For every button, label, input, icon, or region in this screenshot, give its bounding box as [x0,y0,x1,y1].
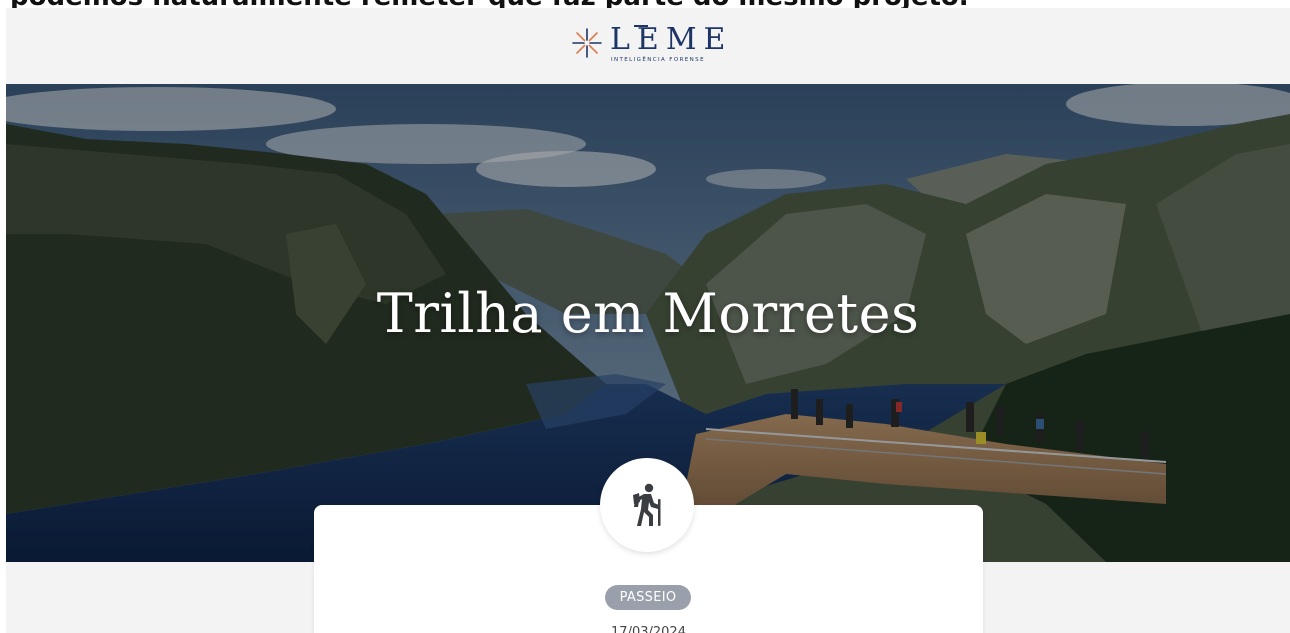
page: podemos naturalmente remeter que faz par… [0,0,1290,633]
logo-wordmark: LEME [610,22,733,57]
event-date: 17/03/2024 [611,625,686,633]
category-badge: PASSEIO [605,585,691,610]
asterisk-logo-icon [572,28,602,58]
event-type-icon-badge [600,458,694,552]
site-header: LEME INTELIGÊNCIA FORENSE [6,8,1290,84]
clipped-body-text: podemos naturalmente remeter que faz par… [10,0,1280,8]
hiking-icon [633,483,661,526]
event-title: Trilha em Morretes [376,282,920,345]
logo-tagline: INTELIGÊNCIA FORENSE [611,57,705,63]
event-page: LEME INTELIGÊNCIA FORENSE Trilha em Morr… [6,8,1290,633]
leme-logo[interactable]: LEME INTELIGÊNCIA FORENSE [570,22,730,66]
